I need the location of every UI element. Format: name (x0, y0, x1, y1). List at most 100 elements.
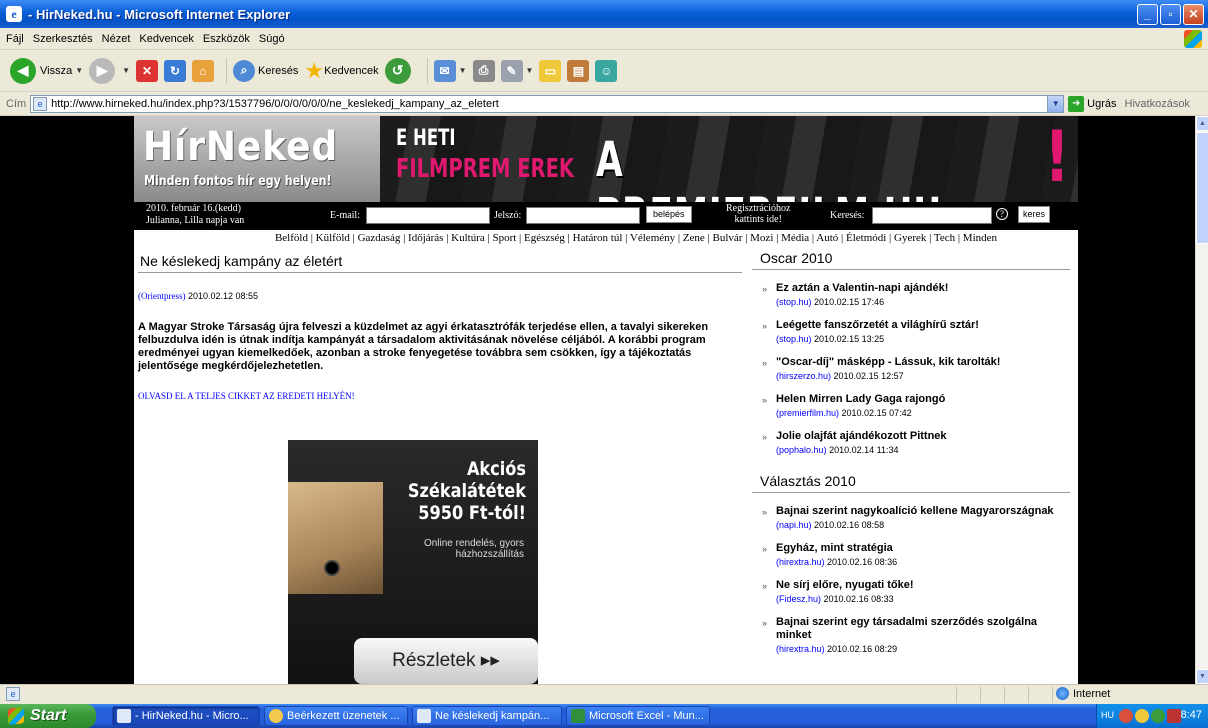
back-button[interactable]: ◀ Vissza ▼ (10, 57, 83, 84)
back-label: Vissza (40, 64, 73, 77)
news-meta: (hirextra.hu) 2010.02.16 08:36 (776, 557, 1070, 567)
back-dropdown-icon[interactable]: ▼ (75, 66, 83, 75)
forward-dropdown-icon[interactable]: ▼ (122, 66, 130, 75)
go-button[interactable]: ➜ Ugrás (1068, 95, 1117, 112)
news-source-link[interactable]: (hirextra.hu) (776, 557, 825, 567)
news-item: » Bajnai szerint egy társadalmi szerződé… (752, 616, 1070, 654)
read-more-link[interactable]: OLVASD EL A TELJES CIKKET AZ EREDETI HEL… (138, 391, 744, 401)
task-label: - HirNeked.hu - Micro... (135, 710, 249, 722)
news-source-link[interactable]: (napi.hu) (776, 520, 812, 530)
news-item: » Leégette fanszőrzetét a világhírű sztá… (752, 319, 1070, 344)
news-datetime: 2010.02.15 07:42 (841, 408, 912, 418)
start-button[interactable]: Start (0, 704, 96, 728)
discuss-button[interactable]: ▭ (539, 59, 562, 82)
refresh-icon: ↻ (164, 59, 187, 82)
language-indicator[interactable]: HU (1101, 710, 1114, 720)
news-title-link[interactable]: "Oscar-díj" másképp - Lássuk, kik tarolt… (776, 356, 1070, 369)
bullet-icon: » (762, 284, 768, 294)
menu-favorites[interactable]: Kedvencek (139, 33, 193, 45)
news-title-link[interactable]: Leégette fanszőrzetét a világhírű sztár! (776, 319, 1070, 332)
site-search-input[interactable] (872, 207, 992, 224)
register-link[interactable]: Regisztrációhoz kattints ide! (726, 203, 790, 225)
address-label: Cím (6, 97, 27, 110)
news-title-link[interactable]: Jolie olajfát ajándékozott Pittnek (776, 430, 1070, 443)
clock[interactable]: 8:47 (1181, 709, 1202, 721)
bullet-icon: » (762, 507, 768, 517)
tray-icon-2[interactable] (1135, 709, 1149, 723)
mail-dropdown-icon[interactable]: ▼ (459, 66, 467, 75)
favorites-button[interactable]: ★ Kedvencek (304, 58, 378, 84)
news-source-link[interactable]: (premierfilm.hu) (776, 408, 839, 418)
menu-help[interactable]: Súgó (259, 33, 285, 45)
taskbar-item-excel[interactable]: Microsoft Excel - Mun... (566, 706, 710, 726)
print-button[interactable]: ⎙ (472, 59, 495, 82)
scroll-thumb[interactable] (1196, 132, 1208, 244)
browser-viewport: HírNeked Minden fontos hír egy helyen! E… (0, 116, 1195, 684)
refresh-button[interactable]: ↻ (164, 59, 187, 82)
news-title-link[interactable]: Bajnai szerint egy társadalmi szerződés … (776, 616, 1070, 642)
register-line2: kattints ide! (734, 214, 782, 225)
message-icon (417, 709, 431, 723)
title-bar: e - HirNeked.hu - Microsoft Internet Exp… (0, 0, 1208, 28)
news-title-link[interactable]: Ne sírj előre, nyugati tőke! (776, 579, 1070, 592)
taskbar-item-mail[interactable]: Beérkezett üzenetek ... (264, 706, 408, 726)
mail-button[interactable]: ✉ ▼ (433, 59, 467, 82)
mail-client-icon (269, 709, 283, 723)
scroll-down-icon[interactable]: ▼ (1196, 669, 1208, 684)
news-source-link[interactable]: (Fidesz.hu) (776, 594, 821, 604)
search-button[interactable]: ⌕ Keresés (233, 59, 298, 82)
news-title-link[interactable]: Helen Mirren Lady Gaga rajongó (776, 393, 1070, 406)
news-source-link[interactable]: (hirszerzo.hu) (776, 371, 831, 381)
menu-edit[interactable]: Szerkesztés (33, 33, 93, 45)
news-title-link[interactable]: Bajnai szerint nagykoalíció kellene Magy… (776, 505, 1070, 518)
address-dropdown-icon[interactable]: ▼ (1047, 95, 1064, 112)
menu-tools[interactable]: Eszközök (203, 33, 250, 45)
article-source-link[interactable]: (Orientpress) (138, 291, 185, 301)
research-button[interactable]: ▤ (567, 59, 590, 82)
taskbar-item-message[interactable]: Ne késlekedj kampán... (412, 706, 562, 726)
taskbar-item-ie[interactable]: - HirNeked.hu - Micro... (112, 706, 260, 726)
maximize-button[interactable]: ▫ (1160, 4, 1181, 25)
tray-icon-3[interactable] (1151, 709, 1165, 723)
address-input[interactable]: e http://www.hirneked.hu/index.php?3/153… (30, 94, 1065, 113)
news-title-link[interactable]: Egyház, mint stratégia (776, 542, 1070, 555)
ad-details-button[interactable]: Részletek ▸▸ (354, 638, 538, 684)
news-title-link[interactable]: Ez aztán a Valentin-napi ajándék! (776, 282, 1070, 295)
news-meta: (hirszerzo.hu) 2010.02.15 12:57 (776, 371, 1070, 381)
scroll-up-icon[interactable]: ▲ (1196, 116, 1208, 131)
news-source-link[interactable]: (pophalo.hu) (776, 445, 827, 455)
messenger-button[interactable]: ☺ (595, 59, 618, 82)
minimize-button[interactable]: _ (1137, 4, 1158, 25)
links-button[interactable]: Hivatkozások (1125, 98, 1190, 110)
tray-icon-4[interactable] (1167, 709, 1181, 723)
chair-mat-ad[interactable]: Akciós Székalátétek 5950 Ft-tól! Online … (288, 440, 538, 684)
task-label: Microsoft Excel - Mun... (589, 710, 704, 722)
tray-icon-1[interactable] (1119, 709, 1133, 723)
menu-view[interactable]: Nézet (102, 33, 131, 45)
edit-dropdown-icon[interactable]: ▼ (526, 66, 534, 75)
vertical-scrollbar[interactable]: ▲ ▼ (1195, 116, 1208, 684)
menu-file[interactable]: Fájl (6, 33, 24, 45)
bullet-icon: » (762, 581, 768, 591)
banner-ad-exclamation: ! (1044, 116, 1070, 198)
category-nav[interactable]: Belföld | Külföld | Gazdaság | Időjárás … (134, 232, 1078, 246)
close-button[interactable]: ✕ (1183, 4, 1204, 25)
history-button[interactable]: ↺ (384, 57, 415, 84)
go-arrow-icon: ➜ (1068, 95, 1085, 112)
news-source-link[interactable]: (hirextra.hu) (776, 644, 825, 654)
news-source-link[interactable]: (stop.hu) (776, 334, 812, 344)
edit-button[interactable]: ✎ ▼ (500, 59, 534, 82)
forward-button[interactable]: ▶ ▼ (89, 57, 130, 84)
news-source-link[interactable]: (stop.hu) (776, 297, 812, 307)
site-logo-area[interactable]: HírNeked Minden fontos hír egy helyen! (134, 116, 380, 202)
password-input[interactable] (526, 207, 640, 224)
email-input[interactable] (366, 207, 490, 224)
ad-subtext-line1: Online rendelés, gyors (423, 538, 524, 549)
favorites-label: Kedvencek (324, 64, 379, 77)
help-icon[interactable]: ? (996, 208, 1008, 220)
stop-button[interactable]: ✕ (136, 59, 159, 82)
news-datetime: 2010.02.15 12:57 (833, 371, 904, 381)
home-button[interactable]: ⌂ (192, 59, 215, 82)
search-submit-button[interactable]: keres (1018, 206, 1051, 223)
login-button[interactable]: belépés (646, 206, 692, 223)
